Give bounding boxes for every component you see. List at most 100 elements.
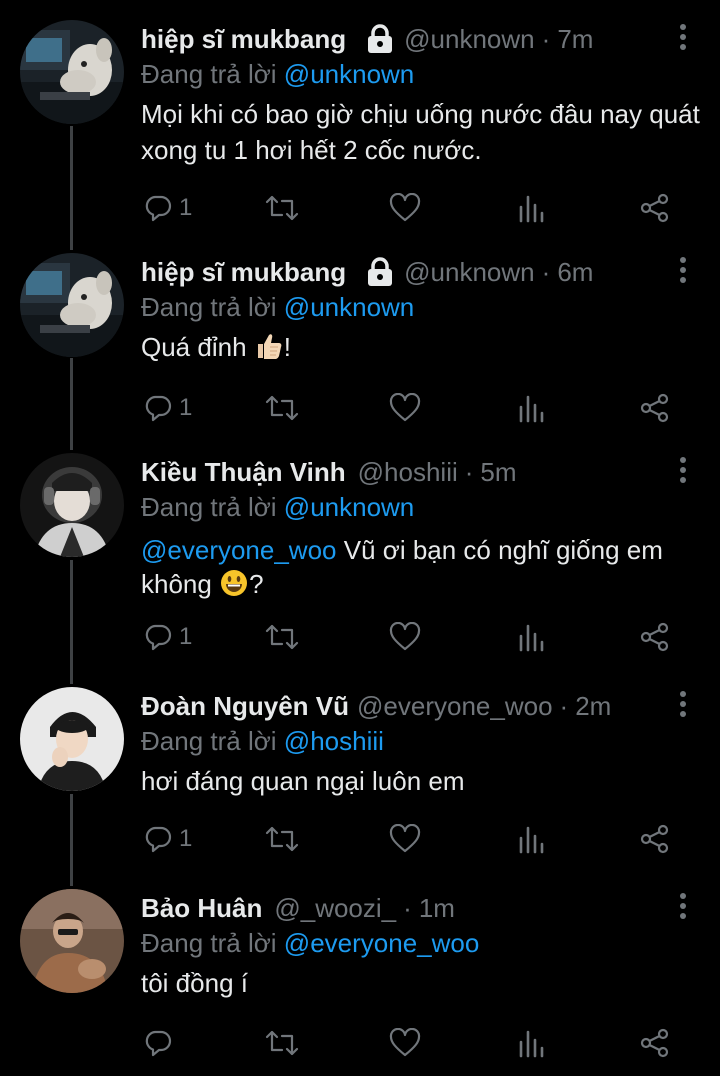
replying-to-label: Đang trả lời — [141, 726, 277, 756]
heart-icon — [389, 193, 421, 222]
replying-to-mention[interactable]: @unknown — [284, 59, 414, 89]
tweet[interactable]: hiệp sĩ mukbang @unknown · 6m Đang trả l… — [0, 253, 720, 433]
replying-to: Đang trả lời @hoshiii — [141, 723, 384, 759]
analytics-button[interactable] — [517, 617, 545, 657]
tweet-text-container: @everyone_woo Vũ ơi bạn có nghĩ giống em… — [141, 533, 701, 601]
analytics-button[interactable] — [517, 388, 545, 428]
retweet-icon — [265, 195, 299, 221]
tweet-actions: 1 — [0, 188, 720, 228]
reply-button[interactable]: 1 — [143, 388, 192, 428]
retweet-button[interactable] — [265, 617, 299, 657]
analytics-button[interactable] — [517, 188, 545, 228]
more-options-icon[interactable] — [678, 893, 688, 923]
like-button[interactable] — [389, 819, 421, 859]
like-button[interactable] — [389, 1023, 421, 1063]
dog-at-computer-avatar — [20, 20, 124, 124]
share-icon — [640, 622, 669, 652]
reply-button[interactable]: 1 — [143, 819, 192, 859]
tweet-text: Quá đỉnh — [141, 332, 247, 362]
user-handle[interactable]: @unknown — [404, 20, 534, 58]
share-button[interactable] — [639, 1023, 671, 1063]
user-avatar[interactable] — [20, 253, 124, 357]
tweet-text: hơi đáng quan ngại luôn em — [141, 766, 465, 796]
display-name[interactable]: hiệp sĩ mukbang — [141, 20, 346, 58]
heart-icon — [389, 824, 421, 853]
share-button[interactable] — [639, 819, 671, 859]
retweet-icon — [265, 1030, 299, 1056]
user-handle[interactable]: @unknown — [404, 253, 534, 291]
retweet-button[interactable] — [265, 388, 299, 428]
person-portrait-avatar — [20, 687, 124, 791]
timestamp[interactable]: 7m — [557, 20, 593, 58]
tweet-text-container: Quá đỉnh ! — [141, 329, 701, 365]
like-button[interactable] — [389, 617, 421, 657]
user-handle[interactable]: @hoshiii — [358, 453, 458, 491]
replying-to-mention[interactable]: @unknown — [284, 492, 414, 522]
analytics-icon — [519, 624, 544, 652]
retweet-icon — [265, 826, 299, 852]
replying-to-label: Đang trả lời — [141, 492, 277, 522]
share-button[interactable] — [639, 188, 671, 228]
tweet[interactable]: Đoàn Nguyên Vũ @everyone_woo · 2m Đang t… — [0, 687, 720, 867]
like-button[interactable] — [389, 188, 421, 228]
display-name[interactable]: Kiều Thuận Vinh — [141, 453, 346, 491]
more-options-icon[interactable] — [678, 691, 688, 721]
display-name[interactable]: Đoàn Nguyên Vũ — [141, 687, 349, 725]
replying-to: Đang trả lời @unknown — [141, 289, 414, 325]
replying-to: Đang trả lời @unknown — [141, 489, 414, 525]
tweet[interactable]: hiệp sĩ mukbang @unknown · 7m Đang trả l… — [0, 20, 720, 230]
reply-count: 1 — [179, 194, 193, 221]
tweet-text-suffix: ? — [249, 569, 264, 599]
replying-to: Đang trả lời @everyone_woo — [141, 925, 479, 961]
lock-icon — [366, 256, 394, 288]
user-handle[interactable]: @everyone_woo — [357, 687, 553, 725]
timestamp[interactable]: 5m — [480, 453, 516, 491]
like-button[interactable] — [389, 388, 421, 428]
separator-dot: · — [403, 893, 412, 923]
timestamp[interactable]: 1m — [419, 889, 455, 927]
retweet-button[interactable] — [265, 188, 299, 228]
more-options-icon[interactable] — [678, 257, 688, 287]
reply-count: 1 — [179, 623, 193, 650]
separator-dot: · — [559, 691, 569, 721]
user-handle[interactable]: @_woozi_ — [274, 889, 396, 927]
replying-to-mention[interactable]: @everyone_woo — [284, 928, 480, 958]
share-button[interactable] — [639, 617, 671, 657]
tweet[interactable]: Kiều Thuận Vinh @hoshiii · 5m Đang trả l… — [0, 453, 720, 663]
tweet-actions: 1 — [0, 617, 720, 657]
heart-icon — [389, 393, 421, 422]
more-options-icon[interactable] — [678, 457, 688, 487]
user-avatar[interactable] — [20, 687, 124, 791]
user-avatar[interactable] — [20, 20, 124, 124]
tweet[interactable]: Bảo Huân @_woozi_ · 1m Đang trả lời @eve… — [0, 889, 720, 1069]
retweet-button[interactable] — [265, 1023, 299, 1063]
retweet-icon — [265, 624, 299, 650]
reply-button[interactable]: 1 — [143, 188, 192, 228]
heart-icon — [389, 1028, 421, 1057]
user-avatar[interactable] — [20, 453, 124, 557]
timestamp[interactable]: 2m — [575, 687, 611, 725]
analytics-icon — [519, 1030, 544, 1058]
text-mention[interactable]: @everyone_woo — [141, 535, 337, 565]
analytics-button[interactable] — [517, 819, 545, 859]
user-avatar[interactable] — [20, 889, 124, 993]
reply-icon — [145, 195, 172, 222]
separator-dot: · — [464, 457, 474, 487]
reply-button[interactable]: 1 — [143, 617, 192, 657]
share-icon — [640, 393, 669, 423]
replying-to-mention[interactable]: @hoshiii — [284, 726, 384, 756]
more-options-icon[interactable] — [678, 24, 688, 54]
analytics-icon — [519, 395, 544, 423]
display-name[interactable]: Bảo Huân — [141, 889, 262, 927]
tweet-actions: 1 — [0, 388, 720, 428]
analytics-button[interactable] — [517, 1023, 545, 1063]
analytics-icon — [519, 826, 544, 854]
reply-button[interactable] — [143, 1023, 179, 1063]
timestamp[interactable]: 6m — [557, 253, 593, 291]
share-button[interactable] — [639, 388, 671, 428]
reply-icon — [145, 826, 172, 853]
display-name[interactable]: hiệp sĩ mukbang — [141, 253, 346, 291]
retweet-icon — [265, 395, 299, 421]
retweet-button[interactable] — [265, 819, 299, 859]
replying-to-mention[interactable]: @unknown — [284, 292, 414, 322]
